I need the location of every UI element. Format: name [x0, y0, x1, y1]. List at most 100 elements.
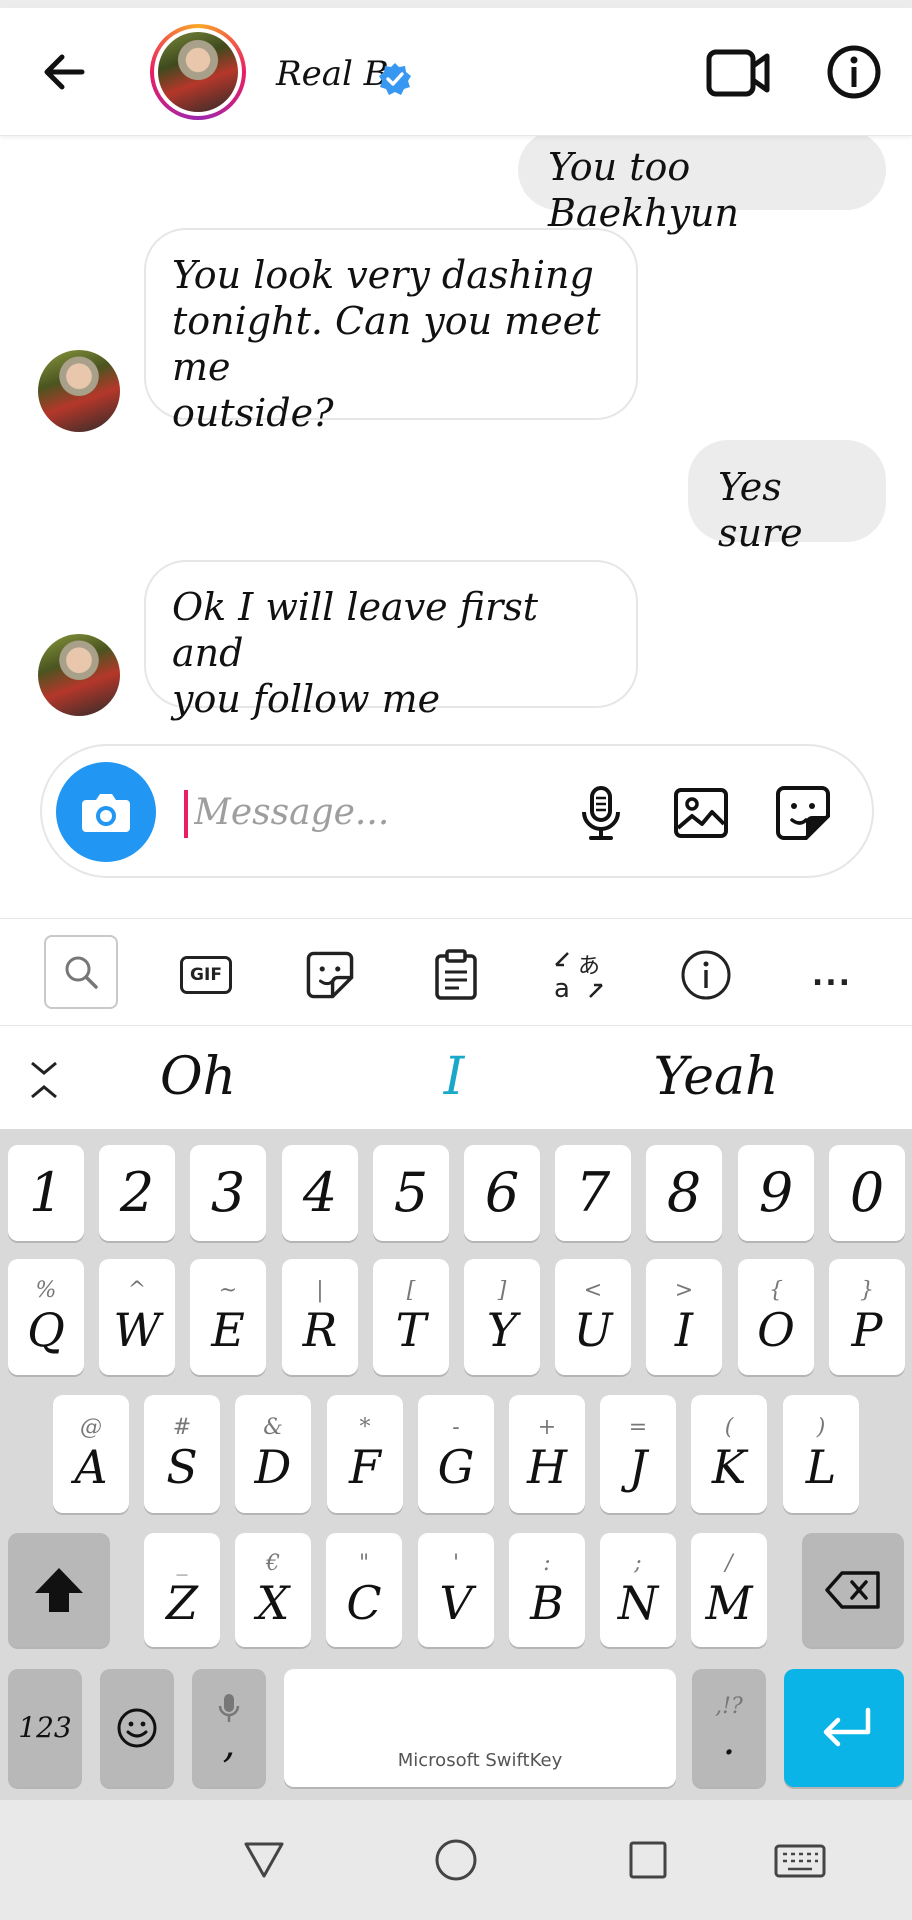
- info-button[interactable]: [826, 44, 882, 100]
- suggestion-bar: Oh I Yeah: [0, 1027, 912, 1129]
- letter-key-n[interactable]: ; N: [600, 1533, 676, 1647]
- number-key-2[interactable]: 2: [99, 1145, 175, 1241]
- letter-key-u[interactable]: < U: [555, 1259, 631, 1375]
- nav-back-button[interactable]: [236, 1832, 292, 1888]
- key-sub-label: /: [725, 1551, 733, 1576]
- voice-message-button[interactable]: [572, 784, 630, 842]
- number-key-5[interactable]: 5: [373, 1145, 449, 1241]
- number-key-6[interactable]: 6: [464, 1145, 540, 1241]
- avatar-photo: [158, 32, 238, 112]
- suggestion-1[interactable]: Oh: [78, 1041, 318, 1113]
- message-incoming[interactable]: Ok I will leave first and you follow me: [144, 560, 638, 721]
- letter-key-i[interactable]: > I: [646, 1259, 722, 1375]
- letter-key-y[interactable]: ] Y: [464, 1259, 540, 1375]
- comma-key[interactable]: ,: [192, 1669, 266, 1787]
- key-label: D: [254, 1440, 292, 1494]
- gallery-button[interactable]: [672, 784, 730, 842]
- message-outgoing[interactable]: You too Baekhyun: [518, 136, 886, 235]
- info-icon: [827, 45, 881, 99]
- letter-key-t[interactable]: [T: [373, 1259, 449, 1375]
- message-outgoing[interactable]: Yes sure: [688, 440, 886, 555]
- key-label: Z: [166, 1576, 198, 1630]
- key-label: .: [722, 1718, 736, 1764]
- letter-key-c[interactable]: " C: [326, 1533, 402, 1647]
- nav-keyboard-button[interactable]: [772, 1832, 828, 1888]
- letter-key-a[interactable]: @ A: [53, 1395, 129, 1513]
- keyboard-search-button[interactable]: [44, 935, 118, 1009]
- sender-avatar[interactable]: [38, 634, 120, 716]
- letter-key-o[interactable]: {O: [738, 1259, 814, 1375]
- number-key-4[interactable]: 4: [282, 1145, 358, 1241]
- translate-glyph: あ: [578, 954, 600, 979]
- nav-home-button[interactable]: [428, 1832, 484, 1888]
- shift-key[interactable]: [8, 1533, 110, 1647]
- keyboard-sticker-button[interactable]: [294, 939, 366, 1011]
- letter-key-h[interactable]: + H: [509, 1395, 585, 1513]
- number-key-3[interactable]: 3: [190, 1145, 266, 1241]
- numbers-symbols-key[interactable]: 123: [8, 1669, 82, 1787]
- keyboard: 123 , Microsoft SwiftKey ,!? . 123456789…: [0, 1129, 912, 1800]
- key-label: 9: [758, 1161, 794, 1224]
- space-key-label: Microsoft SwiftKey: [397, 1750, 563, 1771]
- letter-key-b[interactable]: :B: [509, 1533, 585, 1647]
- space-key[interactable]: Microsoft SwiftKey: [284, 1669, 676, 1787]
- clipboard-button[interactable]: [420, 939, 492, 1011]
- translate-button[interactable]: a あ: [544, 939, 616, 1011]
- letter-key-g[interactable]: -G: [418, 1395, 494, 1513]
- letter-key-l[interactable]: ) L: [783, 1395, 859, 1513]
- letter-key-f[interactable]: * F: [327, 1395, 403, 1513]
- letter-key-p[interactable]: } P: [829, 1259, 905, 1375]
- sticker-button[interactable]: [774, 784, 832, 842]
- more-options-button[interactable]: ...: [796, 939, 868, 1011]
- number-key-0[interactable]: 0: [829, 1145, 905, 1241]
- emoji-key[interactable]: [100, 1669, 174, 1787]
- letter-key-d[interactable]: & D: [235, 1395, 311, 1513]
- svg-text:a: a: [554, 974, 570, 1004]
- gif-button[interactable]: GIF: [170, 939, 242, 1011]
- number-key-8[interactable]: 8: [646, 1145, 722, 1241]
- number-key-9[interactable]: 9: [738, 1145, 814, 1241]
- suggestion-2[interactable]: I: [334, 1041, 574, 1113]
- back-button[interactable]: [36, 44, 92, 100]
- camera-button[interactable]: [56, 762, 156, 862]
- number-key-1[interactable]: 1: [8, 1145, 84, 1241]
- key-sub-label: >: [674, 1278, 694, 1303]
- key-sub-label: |: [316, 1278, 324, 1303]
- letter-key-m[interactable]: / M: [691, 1533, 767, 1647]
- suggestion-3[interactable]: Yeah: [596, 1041, 836, 1113]
- key-label: P: [851, 1303, 883, 1357]
- message-incoming[interactable]: You look very dashing tonight. Can you m…: [144, 228, 638, 435]
- letter-key-w[interactable]: ^ W: [99, 1259, 175, 1375]
- key-sub-label: <: [583, 1278, 603, 1303]
- key-label: E: [211, 1303, 245, 1357]
- backspace-key[interactable]: [802, 1533, 904, 1647]
- letter-key-r[interactable]: | R: [282, 1259, 358, 1375]
- key-sub-label: +: [537, 1415, 557, 1440]
- video-call-button[interactable]: [706, 46, 772, 100]
- translate-icon: a あ: [554, 952, 603, 1004]
- message-line: outside?: [172, 391, 334, 435]
- letter-key-x[interactable]: € X: [235, 1533, 311, 1647]
- collapse-toolbar-button[interactable]: [20, 1057, 68, 1105]
- letter-key-e[interactable]: ~ E: [190, 1259, 266, 1375]
- letter-key-k[interactable]: (K: [691, 1395, 767, 1513]
- sticker-icon: [776, 786, 830, 840]
- key-label: B: [530, 1576, 564, 1630]
- letter-key-j[interactable]: = J: [600, 1395, 676, 1513]
- number-key-7[interactable]: 7: [555, 1145, 631, 1241]
- letter-key-z[interactable]: _ Z: [144, 1533, 220, 1647]
- contact-name[interactable]: Real B: [276, 54, 389, 94]
- collapse-icon: [31, 1061, 57, 1099]
- nav-recents-button[interactable]: [620, 1832, 676, 1888]
- enter-key[interactable]: [784, 1669, 904, 1787]
- key-label: K: [711, 1440, 747, 1494]
- period-key[interactable]: ,!? .: [692, 1669, 766, 1787]
- letter-key-q[interactable]: % Q: [8, 1259, 84, 1375]
- key-label: A: [74, 1440, 108, 1494]
- profile-avatar[interactable]: [150, 24, 246, 120]
- message-input[interactable]: [194, 784, 554, 840]
- letter-key-v[interactable]: ' V: [418, 1533, 494, 1647]
- sender-avatar[interactable]: [38, 350, 120, 432]
- letter-key-s[interactable]: # S: [144, 1395, 220, 1513]
- keyboard-info-button[interactable]: [670, 939, 742, 1011]
